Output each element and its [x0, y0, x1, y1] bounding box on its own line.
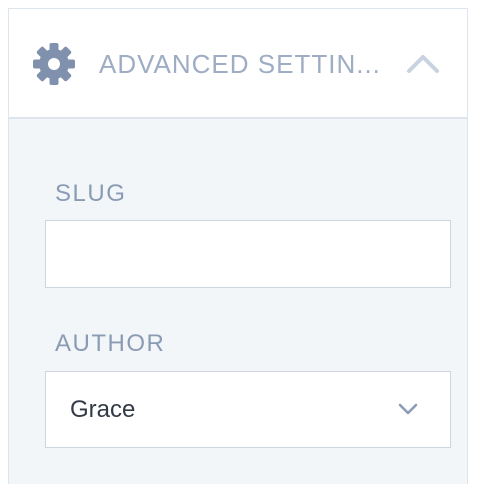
author-label: AUTHOR — [55, 330, 166, 357]
slug-label: SLUG — [55, 180, 127, 207]
chevron-down-icon — [397, 401, 419, 417]
advanced-settings-header[interactable]: ADVANCED SETTIN... — [9, 9, 467, 119]
author-select[interactable]: Grace — [45, 371, 451, 448]
author-selected-value: Grace — [70, 396, 136, 423]
chevron-up-icon[interactable] — [405, 51, 441, 75]
advanced-settings-panel: ADVANCED SETTIN... SLUG AUTHOR Grace — [8, 8, 468, 484]
panel-title: ADVANCED SETTIN... — [99, 49, 381, 79]
gear-icon — [31, 41, 77, 87]
slug-input[interactable] — [45, 220, 451, 288]
